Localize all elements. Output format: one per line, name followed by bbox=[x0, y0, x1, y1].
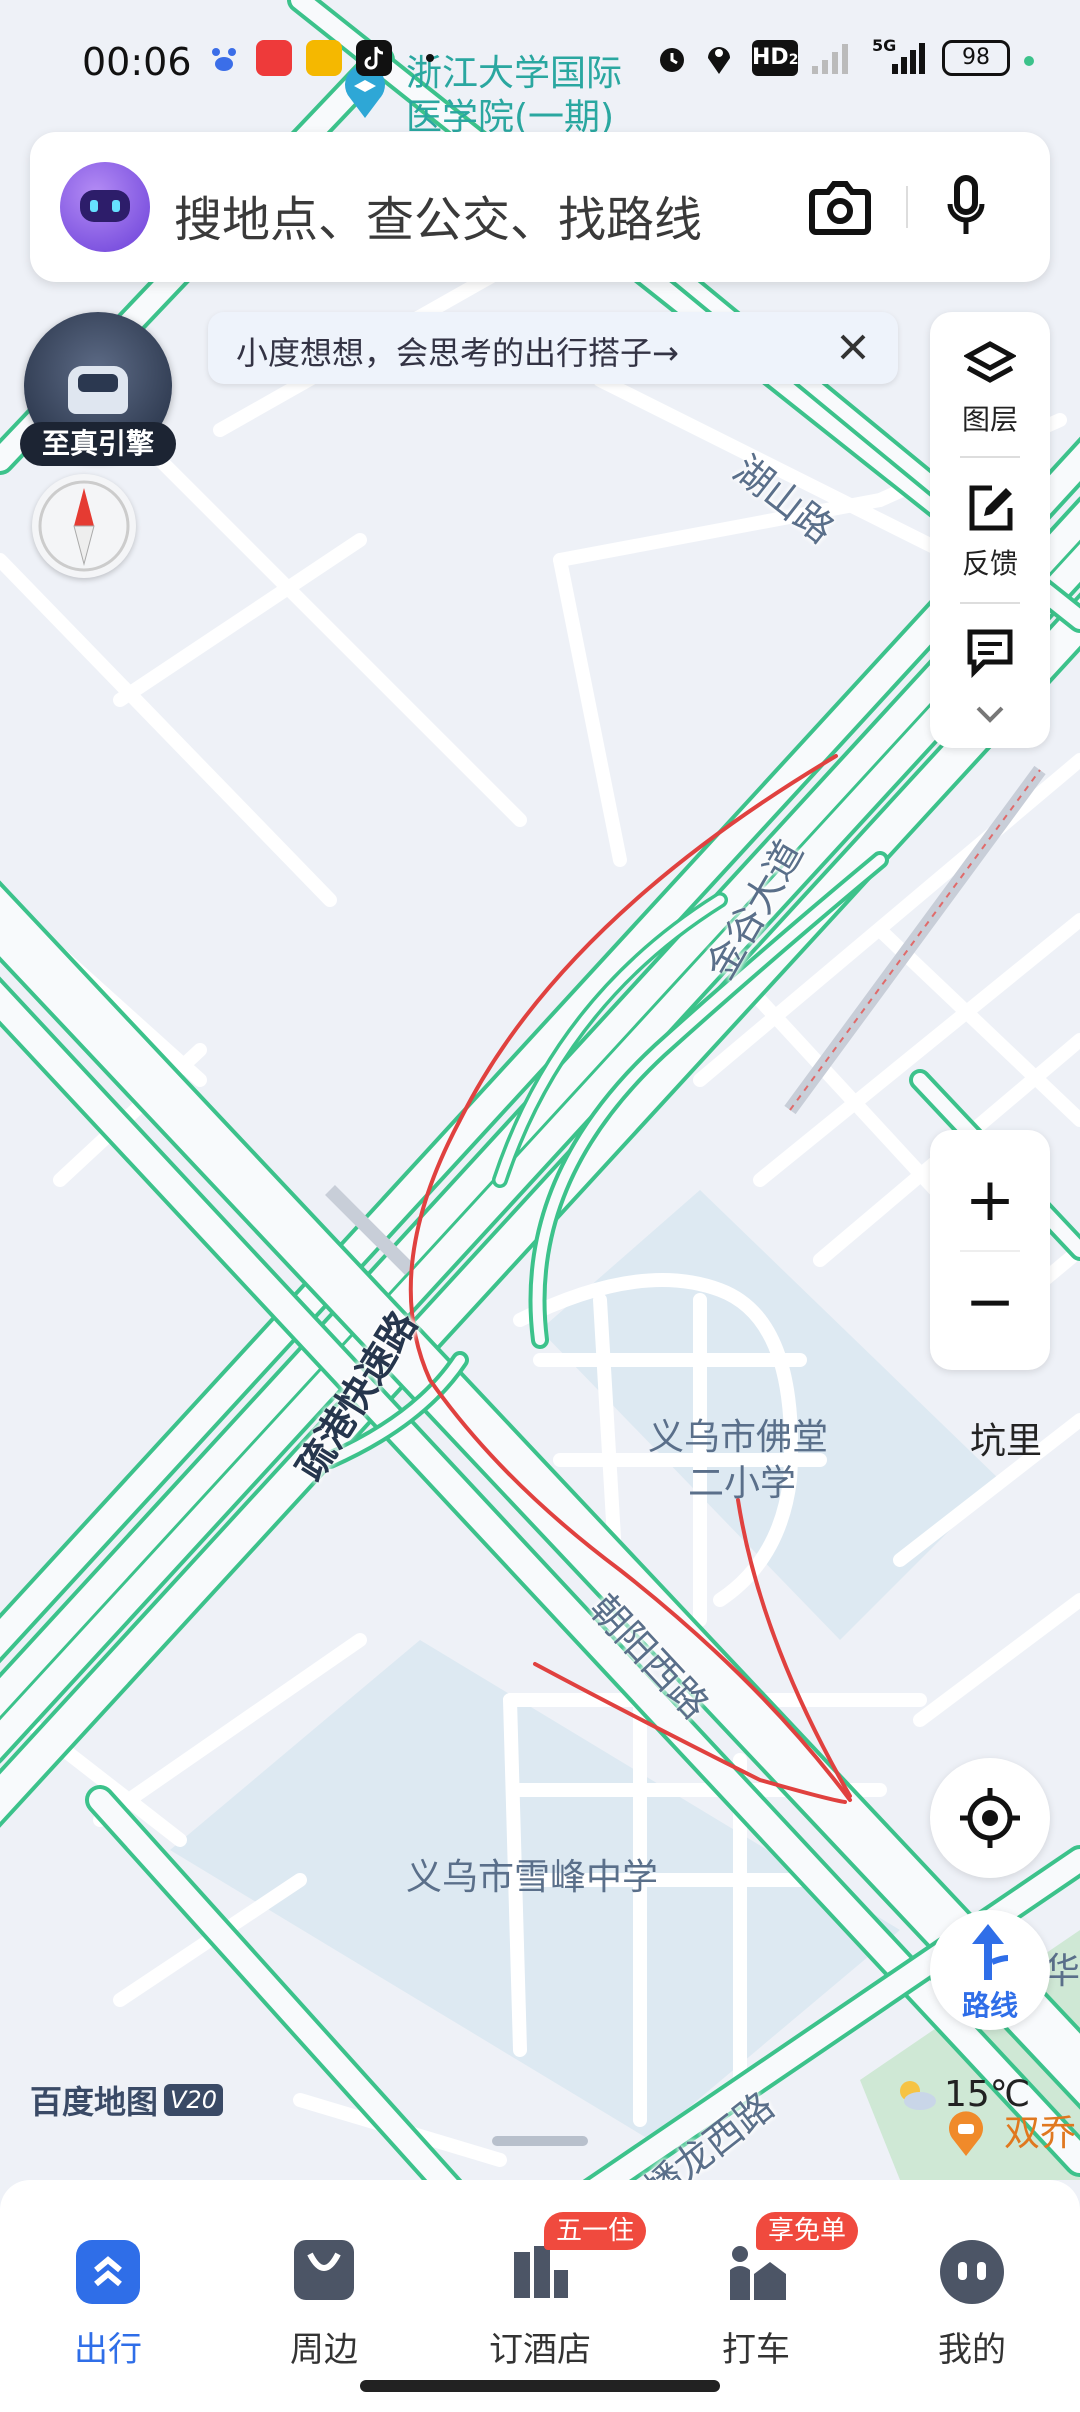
search-input[interactable]: 搜地点、查公交、找路线 bbox=[174, 180, 702, 250]
zoom-controls: + − bbox=[930, 1130, 1050, 1370]
assistant-tip-banner[interactable]: 小度想想，会思考的出行搭子→ bbox=[208, 312, 898, 384]
nearby-bag-icon bbox=[294, 2240, 354, 2300]
travel-icon bbox=[76, 2240, 140, 2304]
bottom-nav: 出行 周边 五一住 订酒店 享免单 打车 我的 bbox=[0, 2180, 1080, 2412]
camera-icon[interactable] bbox=[808, 178, 872, 236]
poi-label-xuefeng[interactable]: 义乌市雪峰中学 bbox=[406, 1856, 658, 1899]
panel-divider bbox=[960, 456, 1020, 458]
status-bar: 00:06 HD2 5G 98 bbox=[0, 0, 1080, 130]
brand-logo: 百度地图 V20 bbox=[30, 2080, 223, 2121]
map-drag-handle[interactable] bbox=[492, 2136, 588, 2146]
chevron-down-icon[interactable] bbox=[974, 702, 1006, 726]
promo-engine-button[interactable]: 至真引擎 bbox=[20, 312, 176, 468]
feedback-label: 反馈 bbox=[961, 547, 1018, 580]
home-indicator[interactable] bbox=[360, 2380, 720, 2392]
zoom-in-button[interactable]: + bbox=[930, 1150, 1050, 1250]
poi-pin-icon[interactable] bbox=[946, 2110, 986, 2158]
nav-label-me: 我的 bbox=[938, 2330, 1006, 2370]
poi-label-fotang-line2[interactable]: 二小学 bbox=[688, 1462, 796, 1505]
shopping-app-icon bbox=[256, 40, 292, 76]
map-tools-panel: 图层 反馈 bbox=[930, 312, 1050, 748]
nav-label-nearby: 周边 bbox=[290, 2330, 358, 2370]
search-divider bbox=[906, 186, 908, 228]
weather-temp: 15℃ bbox=[944, 2074, 1031, 2115]
dot-indicator-icon bbox=[426, 54, 434, 62]
nav-item-nearby[interactable]: 周边 bbox=[216, 2210, 432, 2370]
weather-icon bbox=[892, 2077, 938, 2113]
layers-label: 图层 bbox=[961, 403, 1018, 436]
feedback-button[interactable]: 反馈 bbox=[930, 476, 1050, 586]
zoom-out-button[interactable]: − bbox=[930, 1252, 1050, 1352]
baidu-app-icon bbox=[206, 40, 242, 76]
route-button[interactable]: 路线 bbox=[930, 1910, 1050, 2030]
nav-item-taxi[interactable]: 享免单 打车 bbox=[648, 2210, 864, 2370]
hotel-promo-badge: 五一住 bbox=[544, 2212, 647, 2250]
layers-button[interactable]: 图层 bbox=[930, 332, 1050, 442]
profile-avatar-icon bbox=[940, 2240, 1004, 2304]
nav-item-travel[interactable]: 出行 bbox=[0, 2210, 216, 2370]
delivery-app-icon bbox=[306, 40, 342, 76]
hd-voice-icon: HD2 bbox=[752, 40, 798, 76]
message-icon[interactable] bbox=[964, 626, 1016, 679]
tip-text[interactable]: 小度想想，会思考的出行搭子→ bbox=[236, 328, 679, 374]
signal-weak-icon bbox=[810, 40, 854, 76]
taxi-promo-badge: 享免单 bbox=[756, 2212, 859, 2250]
hd-label: HD bbox=[752, 45, 789, 70]
route-label: 路线 bbox=[961, 1989, 1018, 2022]
close-icon[interactable] bbox=[836, 330, 870, 364]
nav-label-travel: 出行 bbox=[74, 2330, 142, 2370]
location-icon bbox=[704, 40, 734, 76]
locate-me-button[interactable] bbox=[930, 1758, 1050, 1878]
compass-icon[interactable] bbox=[32, 474, 136, 578]
nav-item-hotel[interactable]: 五一住 订酒店 bbox=[432, 2210, 648, 2370]
nav-item-me[interactable]: 我的 bbox=[864, 2210, 1080, 2370]
search-bar[interactable]: 搜地点、查公交、找路线 bbox=[30, 132, 1050, 282]
poi-label-fotang-line1[interactable]: 义乌市佛堂 bbox=[648, 1416, 828, 1459]
brand-version: V20 bbox=[164, 2084, 223, 2116]
route-arrow-icon bbox=[964, 1922, 1020, 1982]
hd-sub: 2 bbox=[788, 52, 799, 68]
crosshair-icon bbox=[958, 1786, 1022, 1850]
nav-label-hotel: 订酒店 bbox=[489, 2330, 591, 2370]
weather-widget[interactable]: 15℃ bbox=[892, 2074, 1030, 2115]
promo-label: 至真引擎 bbox=[20, 422, 176, 466]
feedback-icon bbox=[964, 482, 1016, 534]
place-label-kengli[interactable]: 坑里 bbox=[970, 1420, 1042, 1463]
brand-name: 百度地图 bbox=[30, 2083, 159, 2121]
charging-dot-icon bbox=[1024, 56, 1034, 66]
poi-label-shuangqiao[interactable]: 双乔 bbox=[1004, 2112, 1076, 2155]
nav-label-taxi: 打车 bbox=[722, 2330, 790, 2370]
battery-icon: 98 bbox=[942, 40, 1010, 76]
microphone-icon[interactable] bbox=[946, 174, 986, 240]
battery-level: 98 bbox=[962, 45, 990, 70]
status-time: 00:06 bbox=[82, 40, 192, 84]
tiktok-icon bbox=[356, 40, 392, 76]
signal-5g-icon: 5G bbox=[872, 36, 932, 76]
layers-icon bbox=[962, 338, 1018, 390]
assistant-avatar-icon[interactable] bbox=[60, 162, 150, 252]
panel-divider-2 bbox=[960, 602, 1020, 604]
alarm-icon bbox=[654, 40, 690, 76]
